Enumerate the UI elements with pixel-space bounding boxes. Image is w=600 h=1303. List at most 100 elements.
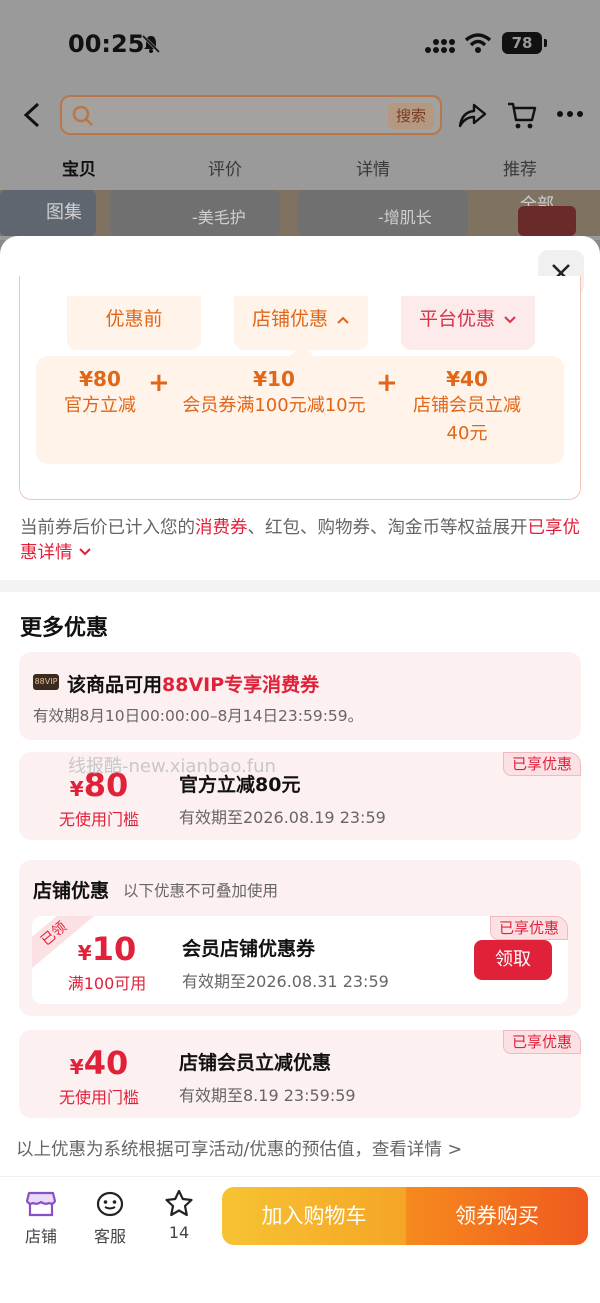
vip-badge-icon: 88VIP [33,674,59,690]
coupon-title: 店铺会员立减优惠 [179,1052,332,1074]
chevron-down-icon [504,316,516,324]
store-discount-section: 店铺优惠 以下优惠不可叠加使用 已领 已享优惠 ¥10 满100可用 会员店铺优… [19,860,581,1016]
favorite-button[interactable]: 14 [154,1189,204,1242]
breakdown-amount: ¥80 [79,367,121,391]
coupon-card-store-member[interactable]: 已享优惠 ¥40 无使用门槛 店铺会员立减优惠 有效期至8.19 23:59:5… [19,1030,581,1118]
breakdown-item: ¥80 官方立减 [44,366,156,420]
coupon-condition: 满100可用 [67,974,147,993]
store-discount-subtitle: 以下优惠不可叠加使用 [123,882,279,900]
amount-value: 10 [91,930,137,968]
tab-item[interactable]: 宝贝 [62,155,96,180]
vip-title-highlight: 88VIP专享消费券 [162,674,320,696]
status-bar: 00:25 78 [0,0,600,90]
search-input[interactable]: 搜索 [60,95,442,135]
gallery-thumb[interactable]: 图集 [0,190,96,236]
plus-sign: + [376,368,398,398]
floating-badge [518,206,576,236]
breakdown-desc: 店铺会员立减 [413,395,521,416]
gallery-label: 图集 [46,202,82,223]
coupon-card-member-store[interactable]: 已领 已享优惠 ¥10 满100可用 会员店铺优惠券 有效期至2026.08.3… [32,916,568,1004]
variant-thumb[interactable]: -美毛护 [110,190,280,236]
tab-before-discount[interactable]: 优惠前 [67,296,201,350]
star-icon [165,1189,193,1217]
signal-icon [425,39,455,53]
customer-service-icon [96,1191,124,1217]
amount-value: 40 [83,1044,129,1082]
favorite-count: 14 [168,1223,190,1242]
section-title: 更多优惠 [20,616,109,641]
section-divider [0,580,600,592]
currency-symbol: ¥ [69,777,84,801]
store-icon [26,1191,56,1217]
store-discount-title: 店铺优惠 [33,880,110,902]
chevron-up-icon [337,316,349,324]
estimate-disclaimer-link[interactable]: 以上优惠为系统根据可享活动/优惠的预估值，查看详情 > [16,1136,462,1161]
share-icon[interactable] [456,100,488,130]
add-to-cart-button[interactable]: 加入购物车 [222,1187,406,1245]
enjoyed-badge: 已享优惠 [502,752,581,776]
platform-discount-label: 平台优惠 [418,308,495,330]
coupon-condition: 无使用门槛 [58,810,139,829]
vip-validity: 有效期8月10日00:00:00–8月14日23:59:59。 [33,707,364,725]
more-icon[interactable] [556,104,584,124]
plus-sign: + [148,368,170,398]
search-icon [72,105,93,126]
store-discount-label: 店铺优惠 [251,308,328,330]
vip-coupon-card[interactable]: 88VIP 该商品可用88VIP专享消费券 有效期8月10日00:00:00–8… [19,652,581,740]
coupon-amount: ¥40 [19,1044,179,1082]
chevron-down-icon[interactable] [77,546,93,558]
tab-store-discount[interactable]: 店铺优惠 [234,296,368,350]
cart-icon[interactable] [506,100,538,130]
currency-symbol: ¥ [69,1055,84,1079]
bottom-action-bar: 店铺 客服 14 加入购物车 领券购买 [0,1176,600,1303]
variant-thumb[interactable]: -增肌长 [298,190,468,236]
back-arrow-icon[interactable] [20,100,44,130]
coupon-validity: 有效期至2026.08.31 23:59 [182,972,389,991]
store-label: 店铺 [24,1227,57,1246]
vip-title-text: 该商品可用 [67,674,163,696]
background-page: 00:25 78 搜索 宝贝 评价 详情 推荐 图集 -美毛护 -增肌长 全部 [0,0,600,240]
consumer-coupon-link[interactable]: 消费券 [195,518,248,538]
coupon-amount: ¥10 [32,930,182,968]
discount-breakdown: ¥80 官方立减 + ¥10 会员券满100元减10元 + ¥40 店铺会员立减… [36,356,564,464]
breakdown-desc: 40元 [446,423,488,444]
claim-button[interactable]: 领取 [474,940,552,980]
price-breakdown-card: 优惠前 店铺优惠 平台优惠 ¥80 官方立减 + ¥10 会员券满100元减10… [19,276,581,500]
battery-indicator: 78 [502,32,547,54]
breakdown-amount: ¥40 [446,367,488,391]
store-button[interactable]: 店铺 [16,1189,66,1247]
breakdown-desc: 官方立减 [64,395,136,416]
variant-caption: -美毛护 [192,208,246,227]
breakdown-amount: ¥10 [253,367,295,391]
watermark: 线报酷-new.xianbao.fun [68,756,276,777]
customer-service-label: 客服 [93,1227,126,1246]
coupon-title: 会员店铺优惠券 [182,938,316,960]
note-text: 当前券后价已计入您的 [20,518,195,538]
claim-and-buy-button[interactable]: 领券购买 [406,1187,588,1245]
enjoyed-badge: 已享优惠 [502,1030,581,1054]
coupon-validity: 有效期至8.19 23:59:59 [179,1086,356,1105]
note-text: 、红包、购物券、淘金币等权益展开 [247,518,528,538]
breakdown-item: ¥10 会员券满100元减10元 [176,366,372,420]
tab-details[interactable]: 详情 [356,155,390,180]
search-button[interactable]: 搜索 [387,103,434,129]
wifi-icon [464,33,492,53]
customer-service-button[interactable]: 客服 [85,1189,135,1247]
bell-muted-icon [141,34,161,54]
tab-platform-discount[interactable]: 平台优惠 [401,296,535,350]
tab-recommend[interactable]: 推荐 [503,155,537,180]
price-note: 当前券后价已计入您的消费券、红包、购物券、淘金币等权益展开已享优惠详情 [20,516,585,566]
thumbnail-strip: 图集 -美毛护 -增肌长 全部 [0,190,600,236]
status-time: 00:25 [68,30,145,58]
coupon-sheet: 优惠前 店铺优惠 平台优惠 ¥80 官方立减 + ¥10 会员券满100元减10… [0,236,600,1303]
enjoyed-badge: 已享优惠 [489,916,568,940]
vip-coupon-title: 该商品可用88VIP专享消费券 [67,670,319,697]
currency-symbol: ¥ [77,941,92,965]
coupon-condition: 无使用门槛 [58,1088,139,1107]
breakdown-item: ¥40 店铺会员立减 40元 [402,366,532,448]
variant-caption: -增肌长 [378,208,432,227]
tab-reviews[interactable]: 评价 [208,155,242,180]
breakdown-desc: 会员券满100元减10元 [182,395,366,416]
tab-bar: 宝贝 评价 详情 推荐 [0,155,600,185]
coupon-validity: 有效期至2026.08.19 23:59 [179,808,386,827]
